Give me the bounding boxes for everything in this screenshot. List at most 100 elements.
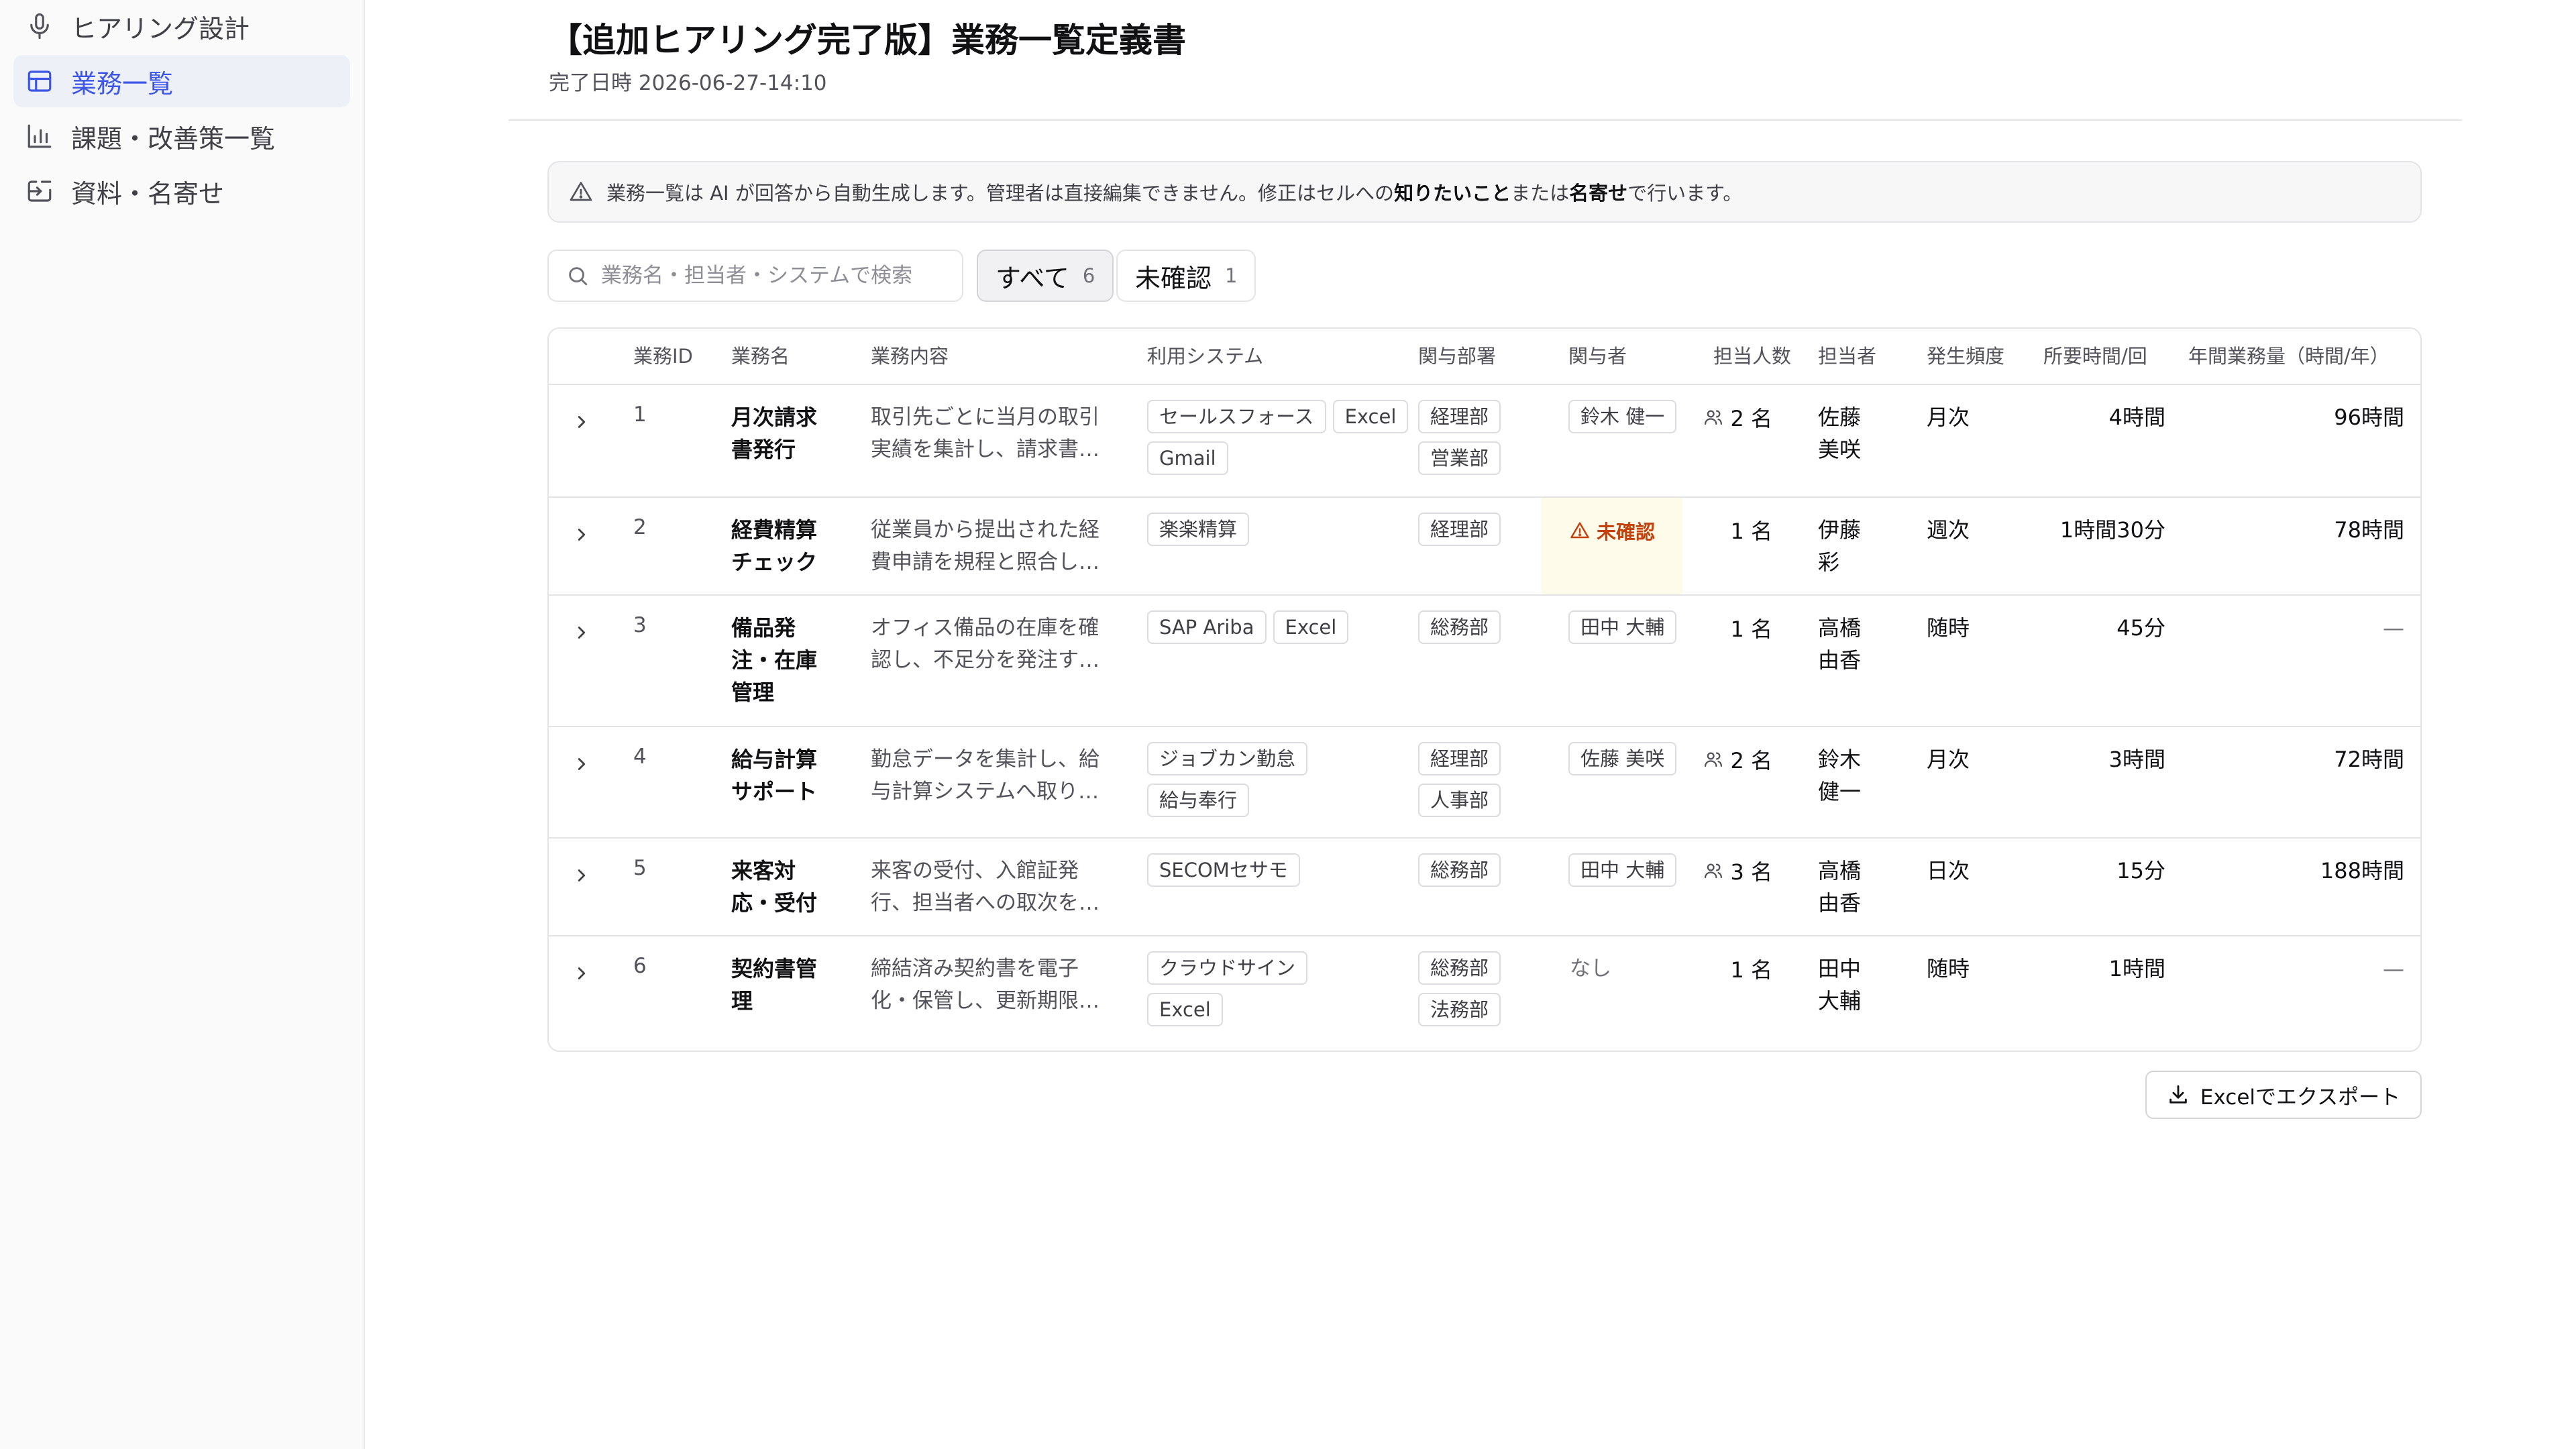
annual-hours: —: [2383, 956, 2404, 981]
column-header-time-per-run[interactable]: 所要時間/回: [2043, 329, 2147, 384]
column-header-participants[interactable]: 関与者: [1568, 329, 1627, 384]
time-per-run: 1時間30分: [2059, 517, 2165, 543]
search-box[interactable]: [547, 250, 963, 302]
system-tag: Excel: [1273, 610, 1349, 644]
task-id: 3: [633, 613, 647, 637]
frequency: 月次: [1927, 405, 1970, 430]
participant-tags: 田中 大輔: [1568, 853, 1677, 887]
frequency: 日次: [1927, 858, 1970, 883]
task-name[interactable]: 給与計算 サポート: [731, 743, 817, 808]
owner: 伊藤彩: [1818, 517, 1862, 575]
task-name[interactable]: 月次請求 書発行: [731, 401, 817, 466]
column-header-systems[interactable]: 利用システム: [1147, 329, 1263, 384]
chevron-right-icon[interactable]: [572, 412, 592, 432]
participant-tag: 佐藤 美咲: [1568, 742, 1677, 775]
system-tag: Excel: [1332, 400, 1409, 433]
system-tag: Excel: [1147, 993, 1223, 1026]
department-tag: 経理部: [1418, 742, 1501, 775]
task-id: 4: [633, 745, 647, 769]
sidebar-item-task-list[interactable]: 業務一覧: [13, 55, 350, 107]
bar-chart-icon: [28, 124, 52, 148]
system-tag: SECOMセサモ: [1147, 853, 1300, 887]
system-tags: セールスフォース Excel Gmail: [1147, 400, 1409, 475]
column-header-annual-hours[interactable]: 年間業務量（時間/年）: [2188, 329, 2390, 384]
department-tags: 経理部: [1418, 513, 1501, 546]
frequency: 月次: [1927, 747, 1970, 772]
people-icon: [1705, 863, 1723, 879]
frequency: 随時: [1927, 615, 1970, 641]
chevron-right-icon[interactable]: [572, 963, 592, 983]
headcount: 1 名: [1730, 616, 1772, 642]
sidebar-item-label: 課題・改善策一覧: [71, 123, 276, 154]
system-tag: セールスフォース: [1147, 400, 1326, 433]
table-row[interactable]: 6 契約書管理 締結済み契約書を電子 化・保管し、更新期限… クラウドサイン Ex…: [549, 935, 2420, 1051]
table-row[interactable]: 4 給与計算 サポート 勤怠データを集計し、給 与計算システムへ取り… ジョブカン勤…: [549, 726, 2420, 837]
department-tag: 総務部: [1418, 610, 1501, 644]
department-tag: 総務部: [1418, 853, 1501, 887]
column-header-description[interactable]: 業務内容: [871, 329, 949, 384]
owner: 高橋 由香: [1818, 858, 1862, 916]
task-description: 締結済み契約書を電子 化・保管し、更新期限…: [871, 957, 1099, 1013]
column-header-headcount[interactable]: 担当人数: [1713, 329, 1791, 384]
participant-tag: 鈴木 健一: [1568, 400, 1677, 433]
annual-hours: —: [2383, 615, 2404, 641]
chevron-right-icon[interactable]: [572, 754, 592, 774]
time-per-run: 4時間: [2108, 405, 2165, 430]
department-tag: 総務部: [1418, 951, 1501, 985]
filter-label: 未確認: [1135, 263, 1212, 293]
column-header-departments[interactable]: 関与部署: [1418, 329, 1496, 384]
filter-count: 6: [1082, 264, 1095, 287]
task-description: 来客の受付、入館証発 行、担当者への取次を…: [871, 859, 1099, 915]
department-tag: 経理部: [1418, 400, 1501, 433]
task-description: 従業員から提出された経 費申請を規程と照合し…: [871, 518, 1099, 574]
task-id: 6: [633, 954, 647, 978]
completed-timestamp: 完了日時 2026-06-27-14:10: [549, 71, 827, 95]
sidebar-item-hearing-design[interactable]: ヒアリング設計: [13, 0, 350, 52]
task-name[interactable]: 経費精算 チェック: [731, 514, 817, 578]
table-row[interactable]: 3 備品発 注・在庫 管理 オフィス備品の在庫を確 認し、不足分を発注す… SAP A…: [549, 594, 2420, 726]
filter-unconfirmed-button[interactable]: 未確認 1: [1116, 250, 1256, 302]
headcount: 2 名: [1689, 743, 1772, 775]
table-row[interactable]: 1 月次請求 書発行 取引先ごとに当月の取引 実績を集計し、請求書… セールスフォー…: [549, 384, 2420, 496]
system-tags: 楽楽精算: [1147, 513, 1409, 546]
task-description: 取引先ごとに当月の取引 実績を集計し、請求書…: [871, 405, 1099, 462]
chevron-right-icon[interactable]: [572, 525, 592, 545]
task-id: 5: [633, 856, 647, 880]
export-label: Excelでエクスポート: [2200, 1085, 2401, 1110]
chevron-right-icon[interactable]: [572, 623, 592, 643]
task-description: オフィス備品の在庫を確 認し、不足分を発注す…: [871, 616, 1099, 672]
sidebar-item-issues[interactable]: 課題・改善策一覧: [13, 110, 350, 162]
column-header-name[interactable]: 業務名: [731, 329, 790, 384]
department-tags: 経理部 営業部: [1418, 400, 1501, 475]
column-header-frequency[interactable]: 発生頻度: [1927, 329, 2004, 384]
task-name[interactable]: 備品発 注・在庫 管理: [731, 612, 817, 708]
column-header-id[interactable]: 業務ID: [633, 329, 693, 384]
task-description: 勤怠データを集計し、給 与計算システムへ取り…: [871, 747, 1099, 804]
search-icon: [569, 267, 588, 286]
chevron-right-icon[interactable]: [572, 865, 592, 885]
export-excel-button[interactable]: Excelでエクスポート: [2145, 1071, 2422, 1119]
search-input[interactable]: [601, 264, 950, 288]
owner: 佐藤 美咲: [1818, 405, 1862, 462]
department-tags: 総務部 法務部: [1418, 951, 1501, 1026]
filter-label: すべて: [996, 263, 1069, 293]
table-row[interactable]: 2 経費精算 チェック 従業員から提出された経 費申請を規程と照合し… 楽楽精算 経…: [549, 496, 2420, 594]
table-row[interactable]: 5 来客対 応・受付 来客の受付、入館証発 行、担当者への取次を… SECOMセサモ…: [549, 837, 2420, 935]
task-name[interactable]: 契約書管理: [731, 953, 817, 1017]
task-name[interactable]: 来客対 応・受付: [731, 855, 817, 919]
filter-all-button[interactable]: すべて 6: [977, 250, 1114, 302]
annual-hours: 188時間: [2320, 858, 2404, 883]
sidebar-item-materials[interactable]: 資料・名寄せ: [13, 165, 350, 217]
frequency: 随時: [1927, 956, 1970, 981]
sidebar-item-label: ヒアリング設計: [71, 13, 250, 44]
column-header-owner[interactable]: 担当者: [1818, 329, 1876, 384]
notice-text: 業務一覧は AI が回答から自動生成します。管理者は直接編集できません。修正はセ…: [606, 182, 1743, 205]
unconfirmed-status[interactable]: 未確認: [1570, 517, 1655, 545]
sidebar: ヒアリング設計 業務一覧 課題・改善策一覧 資料・名寄せ: [0, 0, 365, 1449]
system-tag: Gmail: [1147, 441, 1228, 475]
time-per-run: 3時間: [2108, 747, 2165, 772]
owner: 田中 大輔: [1818, 956, 1862, 1014]
participant-tag: 田中 大輔: [1568, 853, 1677, 887]
headcount: 3 名: [1689, 855, 1772, 887]
owner: 高橋 由香: [1818, 615, 1862, 673]
